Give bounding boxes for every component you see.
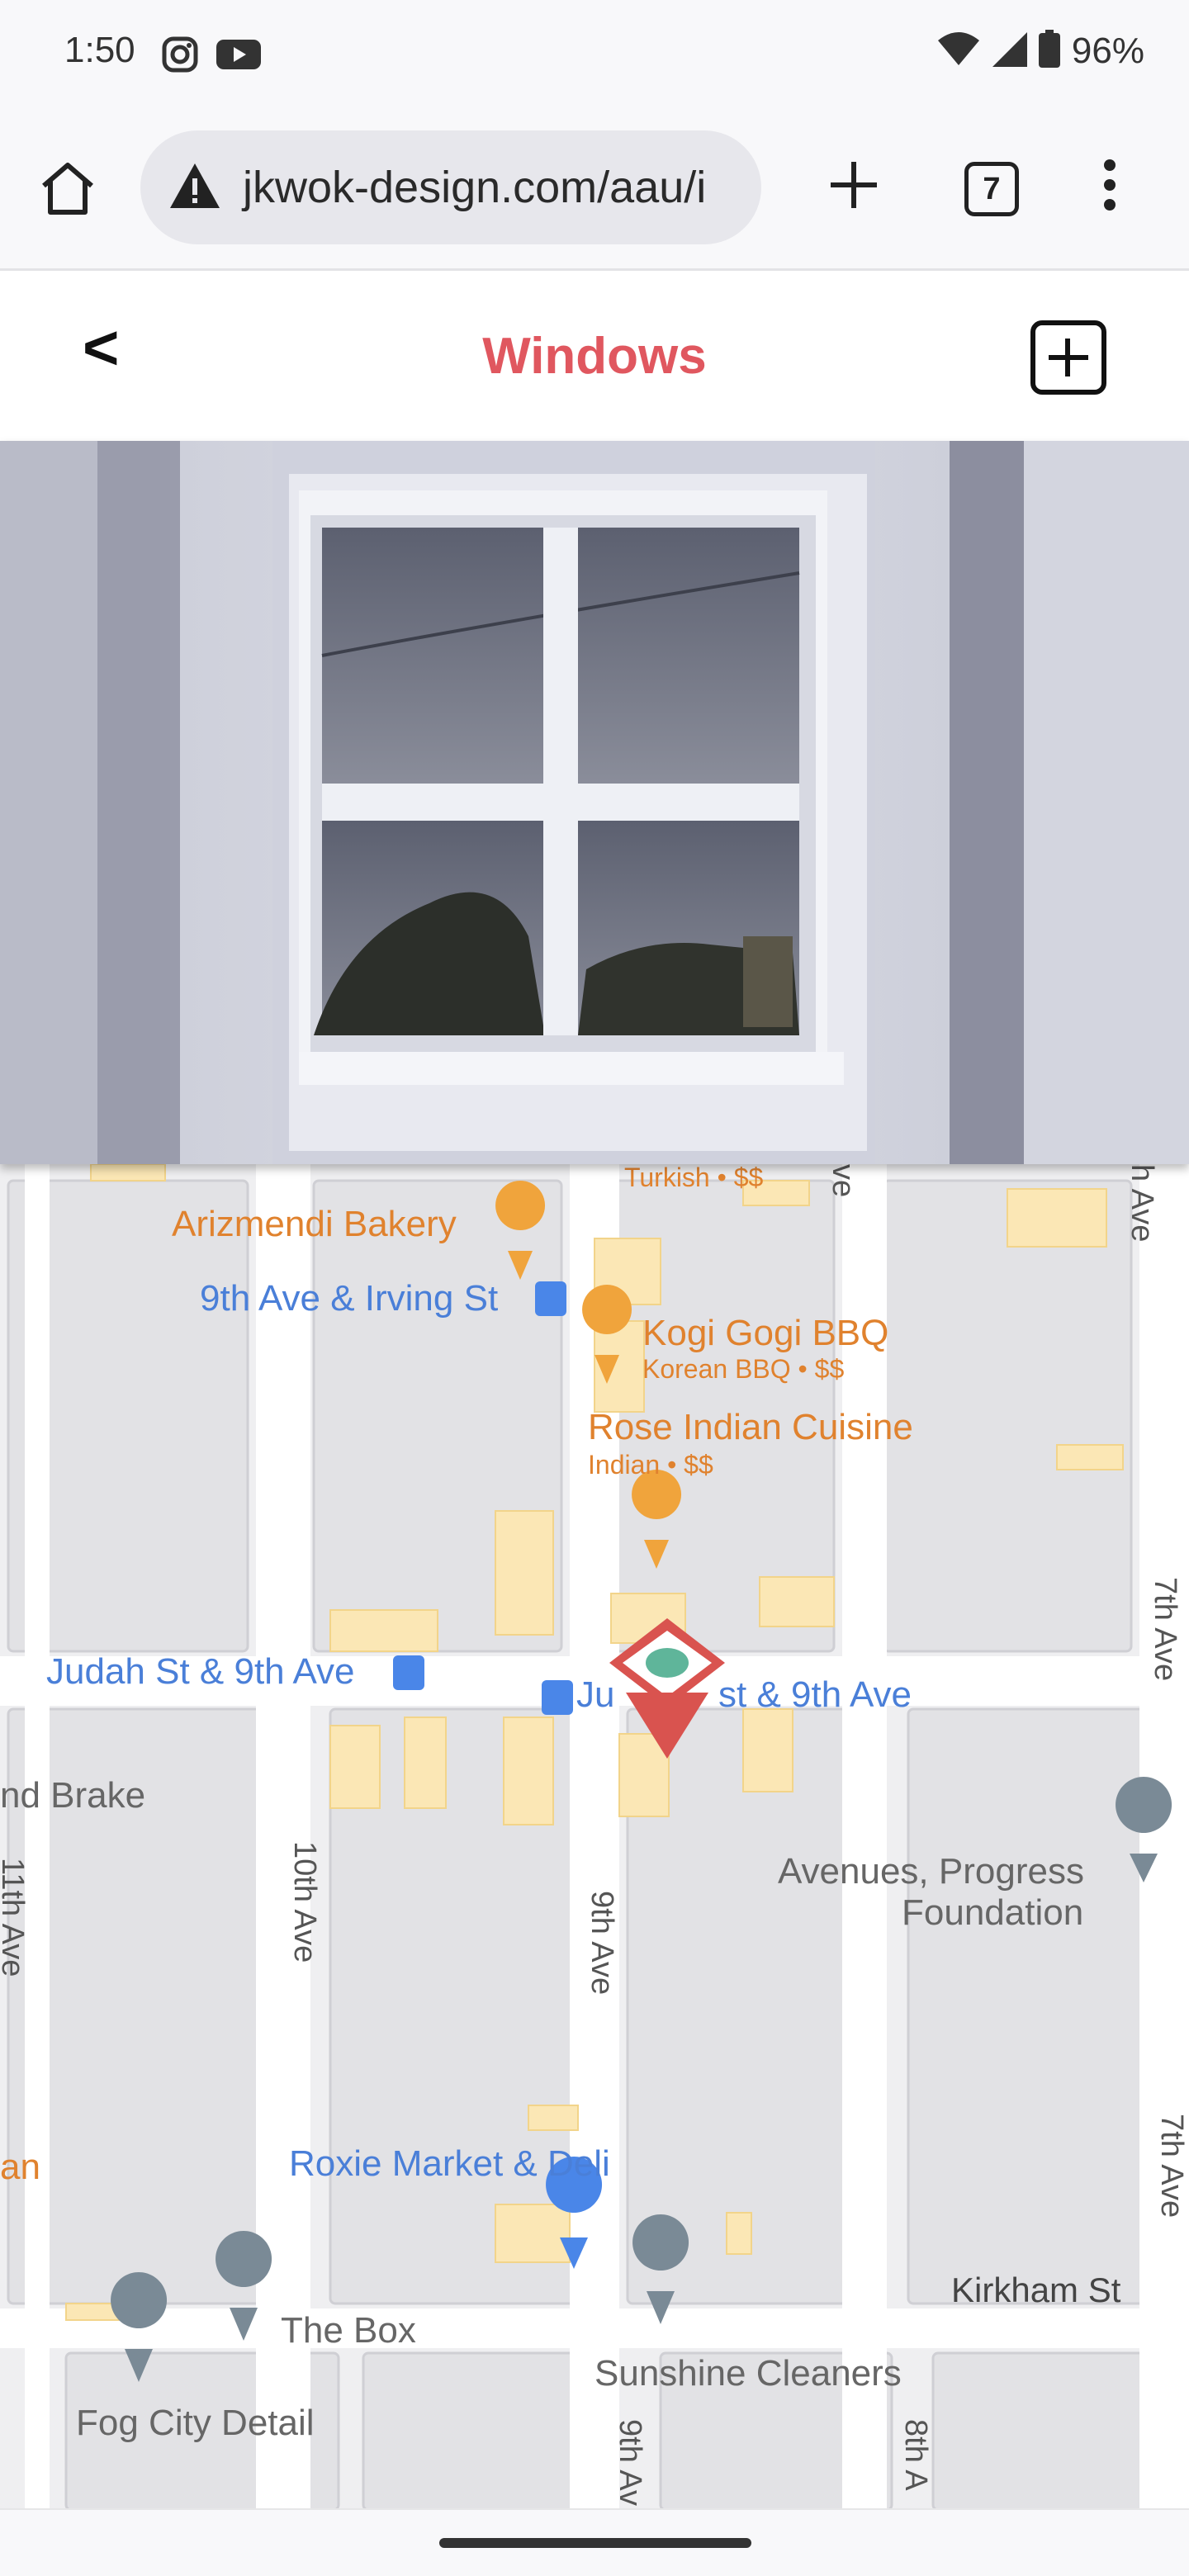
street-label-8th-top: h Ave [1125, 1164, 1159, 1243]
warning-icon[interactable] [168, 162, 221, 214]
map-label-an-fragment: an [0, 2147, 40, 2187]
map-label-roxie-market[interactable]: Roxie Market & Deli [289, 2143, 610, 2185]
home-button[interactable] [35, 157, 101, 223]
map-label-avenues-1[interactable]: Avenues, Progress [778, 1851, 1084, 1892]
home-icon [39, 161, 97, 220]
map-label-arizmendi-bakery[interactable]: Arizmendi Bakery [172, 1204, 457, 1245]
street-label-11th: 11th Ave [0, 1858, 30, 1977]
browser-toolbar: jkwok-design.com/aau/i 7 [0, 109, 1189, 271]
page-title: Windows [482, 328, 707, 385]
map-label-the-box[interactable]: The Box [281, 2310, 416, 2351]
street-label-8th-bottom: 8th A [898, 2419, 933, 2491]
map-label-sunshine-cleaners[interactable]: Sunshine Cleaners [594, 2353, 902, 2394]
status-bar: 1:50 96% [0, 0, 1189, 109]
battery-percent: 96% [1071, 30, 1144, 71]
map-label-judah-stop-west[interactable]: Judah St & 9th Ave [46, 1651, 354, 1693]
map-label-kogi-sub: Korean BBQ • $$ [642, 1354, 845, 1384]
app-header: < Windows [0, 271, 1189, 441]
window-photo [0, 441, 1189, 1164]
map-label-rose-sub: Indian • $$ [588, 1450, 713, 1480]
map-label-judah-stop-east-a[interactable]: Ju [576, 1674, 614, 1716]
map-label-rose-indian[interactable]: Rose Indian Cuisine [588, 1407, 913, 1448]
new-tab-button[interactable] [821, 154, 887, 220]
youtube-icon [216, 38, 261, 75]
map-label-irving-stop[interactable]: 9th Ave & Irving St [200, 1278, 498, 1319]
battery-icon [1038, 30, 1060, 72]
url-text[interactable]: jkwok-design.com/aau/i [243, 162, 706, 213]
add-button[interactable] [1030, 320, 1106, 395]
map-label-avenues-2[interactable]: Foundation [902, 1892, 1083, 1934]
instagram-icon [162, 36, 198, 77]
street-label-10th: 10th Ave [287, 1841, 322, 1963]
signal-icon [991, 31, 1027, 71]
map-label-brake: nd Brake [0, 1775, 146, 1816]
status-time: 1:50 [64, 30, 135, 70]
system-nav-bar [0, 2508, 1189, 2576]
map-label-turkish: Turkish • $$ [624, 1164, 764, 1192]
map-label-judah-stop-east-b[interactable]: st & 9th Ave [718, 1674, 912, 1716]
tab-count: 7 [983, 171, 1001, 206]
street-label-7th-low: 7th Ave [1154, 2114, 1189, 2218]
map-label-kogi-gogi[interactable]: Kogi Gogi BBQ [642, 1313, 888, 1354]
wifi-icon [937, 31, 979, 71]
street-label-kirkham: Kirkham St [951, 2271, 1121, 2309]
street-label-9th: 9th Ave [585, 1891, 619, 1996]
map-view[interactable]: Turkish • $$ Arizmendi Bakery 9th Ave & … [0, 1164, 1189, 2508]
url-bar[interactable]: jkwok-design.com/aau/i [140, 130, 761, 244]
more-vert-icon [1103, 159, 1116, 215]
plus-icon [829, 160, 879, 214]
status-notification-icons [162, 36, 261, 77]
street-label-9th-top: ve [826, 1164, 860, 1198]
home-gesture-handle[interactable] [439, 2538, 751, 2548]
map-label-fog-city-detail[interactable]: Fog City Detail [76, 2403, 315, 2444]
street-label-7th: 7th Ave [1148, 1577, 1182, 1682]
status-system-icons: 96% [937, 30, 1144, 72]
tabs-button[interactable]: 7 [964, 162, 1019, 216]
street-label-9th-bottom: 9th Av [613, 2419, 647, 2506]
more-menu-button[interactable] [1087, 154, 1133, 220]
